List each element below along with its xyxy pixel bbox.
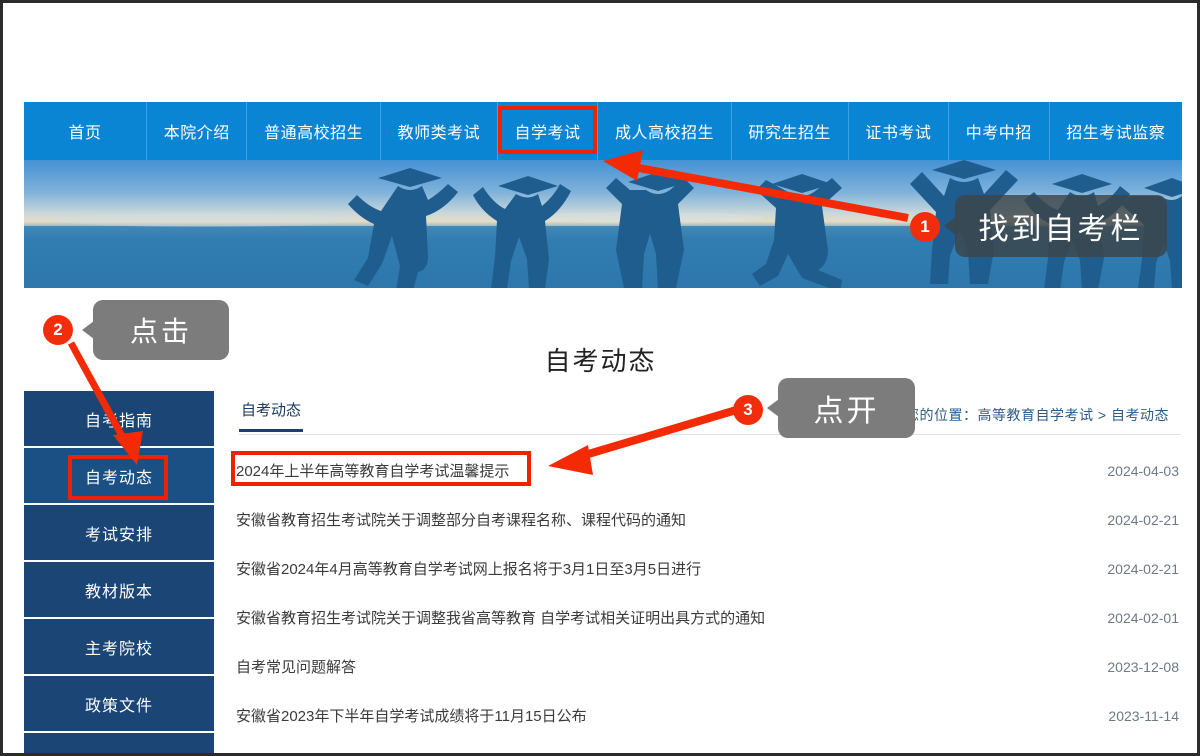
nav-item-home[interactable]: 首页 bbox=[24, 102, 147, 160]
news-title[interactable]: 安徽省2023年下半年自学考试成绩将于11月15日公布 bbox=[236, 705, 587, 726]
news-list-item[interactable]: 安徽省教育招生考试院关于调整我省高等教育 自学考试相关证明出具方式的通知 202… bbox=[236, 593, 1181, 642]
news-list-item[interactable]: 安徽省2024年4月高等教育自学考试网上报名将于3月1日至3月5日进行 2024… bbox=[236, 544, 1181, 593]
news-date: 2024-02-01 bbox=[1107, 609, 1179, 626]
content-tabs: 自考动态 bbox=[239, 399, 1181, 435]
news-title[interactable]: 安徽省2024年4月高等教育自学考试网上报名将于3月1日至3月5日进行 bbox=[236, 558, 701, 579]
nav-item-graduate-admission[interactable]: 研究生招生 bbox=[732, 102, 849, 160]
news-list-item[interactable]: 2024年上半年高等教育自学考试温馨提示 2024-04-03 bbox=[236, 446, 1181, 495]
sidebar-item-policy-documents[interactable]: 政策文件 bbox=[24, 676, 214, 733]
sidebar-item-news[interactable]: 自考动态 bbox=[24, 448, 214, 505]
step-badge-2: 2 bbox=[43, 315, 73, 345]
news-date: 2024-02-21 bbox=[1107, 560, 1179, 577]
nav-item-label: 普通高校招生 bbox=[264, 125, 364, 142]
news-title[interactable]: 2024年上半年高等教育自学考试温馨提示 bbox=[236, 460, 509, 481]
sidebar-item-guide[interactable]: 自考指南 bbox=[24, 391, 214, 448]
news-list-item[interactable]: 安徽省教育招生考试院关于调整部分自考课程名称、课程代码的通知 2024-02-2… bbox=[236, 495, 1181, 544]
nav-item-teacher-exam[interactable]: 教师类考试 bbox=[381, 102, 498, 160]
screenshot-root: 首页 本院介绍 普通高校招生 教师类考试 自学考试 成人高校招生 研究生招生 证… bbox=[0, 0, 1200, 756]
page-title: 自考动态 bbox=[544, 346, 657, 376]
nav-item-middle-school-exam[interactable]: 中考中招 bbox=[949, 102, 1050, 160]
sidebar-item-exam-schedule[interactable]: 考试安排 bbox=[24, 505, 214, 562]
nav-item-label: 首页 bbox=[68, 125, 102, 142]
nav-item-admission-supervision[interactable]: 招生考试监察 bbox=[1050, 102, 1182, 160]
sidebar-item-label: 政策文件 bbox=[84, 697, 153, 715]
nav-item-label: 证书考试 bbox=[865, 125, 932, 142]
sidebar-item-textbook-edition[interactable]: 教材版本 bbox=[24, 562, 214, 619]
nav-item-about[interactable]: 本院介绍 bbox=[147, 102, 248, 160]
site-banner bbox=[24, 160, 1182, 288]
sidebar-item-label: 自考指南 bbox=[84, 412, 153, 430]
news-date: 2023-12-08 bbox=[1107, 658, 1179, 675]
news-title[interactable]: 自考常见问题解答 bbox=[236, 656, 356, 677]
nav-item-label: 招生考试监察 bbox=[1066, 125, 1166, 142]
graduates-silhouette-illustration bbox=[24, 160, 1182, 288]
news-title[interactable]: 安徽省教育招生考试院关于调整我省高等教育 自学考试相关证明出具方式的通知 bbox=[236, 607, 765, 628]
news-list-item[interactable]: 安徽省2023年下半年自学考试成绩将于11月15日公布 2023-11-14 bbox=[236, 691, 1181, 740]
news-date: 2024-02-21 bbox=[1107, 511, 1179, 528]
sidebar-item-label: 考试安排 bbox=[84, 526, 153, 544]
nav-item-self-study-exam[interactable]: 自学考试 bbox=[498, 102, 599, 160]
news-title[interactable]: 安徽省教育招生考试院关于调整部分自考课程名称、课程代码的通知 bbox=[236, 509, 686, 530]
nav-item-label: 中考中招 bbox=[965, 125, 1032, 142]
nav-item-label: 成人高校招生 bbox=[614, 125, 714, 142]
nav-item-label: 本院介绍 bbox=[163, 125, 230, 142]
step-callout-2: 点击 bbox=[82, 300, 229, 360]
nav-item-adult-college-admission[interactable]: 成人高校招生 bbox=[598, 102, 732, 160]
sidebar-item-label: 教材版本 bbox=[84, 583, 153, 601]
main-navigation: 首页 本院介绍 普通高校招生 教师类考试 自学考试 成人高校招生 研究生招生 证… bbox=[24, 102, 1182, 160]
sidebar-item-host-universities[interactable]: 主考院校 bbox=[24, 619, 214, 676]
news-list: 2024年上半年高等教育自学考试温馨提示 2024-04-03 安徽省教育招生考… bbox=[236, 446, 1181, 740]
news-list-item[interactable]: 自考常见问题解答 2023-12-08 bbox=[236, 642, 1181, 691]
nav-item-label: 研究生招生 bbox=[748, 125, 831, 142]
nav-item-certificate-exam[interactable]: 证书考试 bbox=[849, 102, 950, 160]
sidebar-menu: 自考指南 自考动态 考试安排 教材版本 主考院校 政策文件 bbox=[24, 391, 214, 753]
nav-item-college-admission[interactable]: 普通高校招生 bbox=[247, 102, 381, 160]
nav-item-label: 自学考试 bbox=[514, 125, 581, 142]
news-date: 2023-11-14 bbox=[1108, 707, 1179, 724]
sidebar-item-partial[interactable] bbox=[24, 733, 214, 753]
sidebar-item-label: 自考动态 bbox=[84, 469, 153, 487]
tab-self-study-news[interactable]: 自考动态 bbox=[239, 399, 304, 432]
sidebar-item-label: 主考院校 bbox=[84, 640, 153, 658]
news-date: 2024-04-03 bbox=[1107, 462, 1179, 479]
nav-item-label: 教师类考试 bbox=[397, 125, 481, 142]
